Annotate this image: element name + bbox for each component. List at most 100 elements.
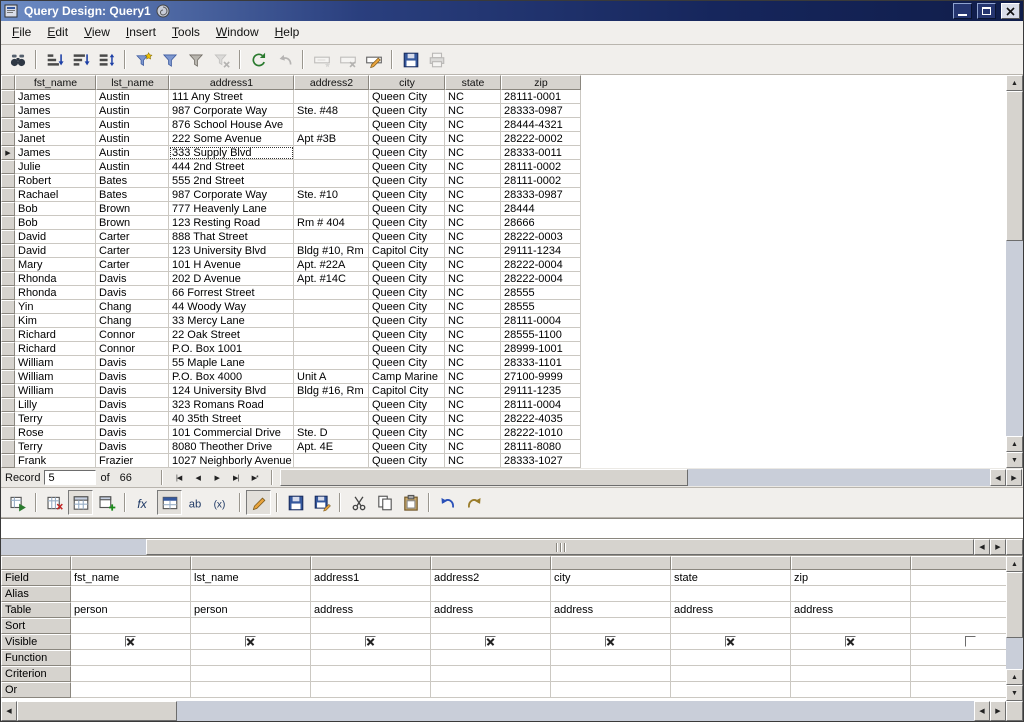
design-cell-table[interactable]: address — [311, 602, 431, 618]
cell-lst_name[interactable]: Chang — [96, 300, 169, 314]
cell-zip[interactable]: 28333-1101 — [501, 356, 581, 370]
cell-lst_name[interactable]: Davis — [96, 286, 169, 300]
cell-address2[interactable] — [294, 300, 369, 314]
cell-address2[interactable] — [294, 342, 369, 356]
cell-city[interactable]: Queen City — [369, 426, 445, 440]
cell-address1[interactable]: 987 Corporate Way — [169, 104, 294, 118]
cell-address1[interactable]: 222 Some Avenue — [169, 132, 294, 146]
row-selector[interactable] — [1, 174, 15, 188]
design-cell-function[interactable] — [791, 650, 911, 666]
cell-address1[interactable]: 8080 Theother Drive — [169, 440, 294, 454]
redo-button[interactable] — [461, 490, 486, 515]
cell-fst_name[interactable]: Rhonda — [15, 272, 96, 286]
cell-zip[interactable]: 28999-1001 — [501, 342, 581, 356]
cell-address2[interactable] — [294, 286, 369, 300]
cell-address1[interactable]: 111 Any Street — [169, 90, 294, 104]
row-selector[interactable] — [1, 342, 15, 356]
cell-fst_name[interactable]: Terry — [15, 440, 96, 454]
hscroll-track[interactable] — [688, 469, 990, 486]
cell-state[interactable]: NC — [445, 300, 501, 314]
cell-address2[interactable] — [294, 454, 369, 468]
scroll-down-button[interactable] — [1006, 452, 1023, 468]
scroll-up-button-bottom[interactable] — [1006, 669, 1023, 685]
cell-fst_name[interactable]: Terry — [15, 412, 96, 426]
cell-city[interactable]: Queen City — [369, 342, 445, 356]
design-cell-alias[interactable] — [71, 586, 191, 602]
cell-fst_name[interactable]: Janet — [15, 132, 96, 146]
cell-city[interactable]: Queen City — [369, 328, 445, 342]
cell-zip[interactable]: 29111-1235 — [501, 384, 581, 398]
row-selector[interactable] — [1, 300, 15, 314]
cell-lst_name[interactable]: Carter — [96, 258, 169, 272]
cell-zip[interactable]: 28555 — [501, 286, 581, 300]
scroll-up-button[interactable] — [1006, 556, 1023, 572]
row-selector[interactable] — [1, 104, 15, 118]
cell-lst_name[interactable]: Davis — [96, 384, 169, 398]
table-name-button[interactable] — [157, 490, 182, 515]
design-column-header[interactable] — [911, 556, 1006, 570]
column-header-city[interactable]: city — [369, 75, 445, 90]
cell-address1[interactable]: 876 School House Ave — [169, 118, 294, 132]
column-header-fst_name[interactable]: fst_name — [15, 75, 96, 90]
hscroll-right-button[interactable] — [990, 701, 1006, 721]
cell-address1[interactable]: 777 Heavenly Lane — [169, 202, 294, 216]
cell-fst_name[interactable]: Rhonda — [15, 286, 96, 300]
cell-state[interactable]: NC — [445, 426, 501, 440]
copy-button[interactable] — [372, 490, 397, 515]
cell-state[interactable]: NC — [445, 230, 501, 244]
add-table-button[interactable] — [94, 490, 119, 515]
cell-lst_name[interactable]: Davis — [96, 356, 169, 370]
cell-fst_name[interactable]: Rose — [15, 426, 96, 440]
column-header-state[interactable]: state — [445, 75, 501, 90]
cell-city[interactable]: Queen City — [369, 398, 445, 412]
cell-city[interactable]: Capitol City — [369, 384, 445, 398]
design-cell-sort[interactable] — [551, 618, 671, 634]
row-selector[interactable] — [1, 132, 15, 146]
cell-lst_name[interactable]: Frazier — [96, 454, 169, 468]
cell-lst_name[interactable]: Davis — [96, 412, 169, 426]
design-cell-field[interactable]: address1 — [311, 570, 431, 586]
cell-zip[interactable]: 28555 — [501, 300, 581, 314]
row-selector[interactable] — [1, 426, 15, 440]
cell-fst_name[interactable]: Bob — [15, 202, 96, 216]
visible-checkbox[interactable] — [245, 636, 256, 647]
row-selector[interactable] — [1, 370, 15, 384]
cell-state[interactable]: NC — [445, 384, 501, 398]
design-cell-field[interactable]: city — [551, 570, 671, 586]
cell-lst_name[interactable]: Austin — [96, 160, 169, 174]
design-cell-sort[interactable] — [311, 618, 431, 634]
cell-city[interactable]: Queen City — [369, 258, 445, 272]
design-column-header[interactable] — [551, 556, 671, 570]
cell-city[interactable]: Queen City — [369, 440, 445, 454]
design-cell-field[interactable]: address2 — [431, 570, 551, 586]
design-cell-visible[interactable] — [791, 634, 911, 650]
cell-lst_name[interactable]: Brown — [96, 202, 169, 216]
results-vertical-scrollbar[interactable] — [1006, 75, 1023, 468]
cell-city[interactable]: Queen City — [369, 314, 445, 328]
design-cell-table[interactable]: address — [671, 602, 791, 618]
menu-insert[interactable]: Insert — [118, 22, 164, 43]
hscroll-thumb[interactable] — [17, 701, 177, 721]
design-cell-sort[interactable] — [911, 618, 1006, 634]
cell-zip[interactable]: 28333-1027 — [501, 454, 581, 468]
design-row-label[interactable]: Field — [1, 570, 71, 586]
design-row-label[interactable]: Or — [1, 682, 71, 698]
cell-city[interactable]: Queen City — [369, 300, 445, 314]
cell-address1[interactable]: 1027 Neighborly Avenue — [169, 454, 294, 468]
hscroll-right-button[interactable] — [1006, 469, 1022, 486]
cell-zip[interactable]: 28111-0004 — [501, 314, 581, 328]
undo-data-entry-button[interactable] — [272, 47, 297, 72]
cell-address2[interactable]: Bldg #16, Rm — [294, 384, 369, 398]
row-selector[interactable] — [1, 454, 15, 468]
cell-fst_name[interactable]: Rachael — [15, 188, 96, 202]
clear-query-button[interactable] — [42, 490, 67, 515]
record-number-input[interactable] — [44, 470, 96, 485]
menu-help[interactable]: Help — [267, 22, 308, 43]
standard-filter-button[interactable] — [183, 47, 208, 72]
alias-button[interactable]: ab — [183, 490, 208, 515]
results-horizontal-scrollbar[interactable] — [280, 469, 1022, 486]
cell-state[interactable]: NC — [445, 174, 501, 188]
design-cell-field[interactable]: state — [671, 570, 791, 586]
cell-address2[interactable]: Unit A — [294, 370, 369, 384]
cell-zip[interactable]: 28111-0004 — [501, 398, 581, 412]
